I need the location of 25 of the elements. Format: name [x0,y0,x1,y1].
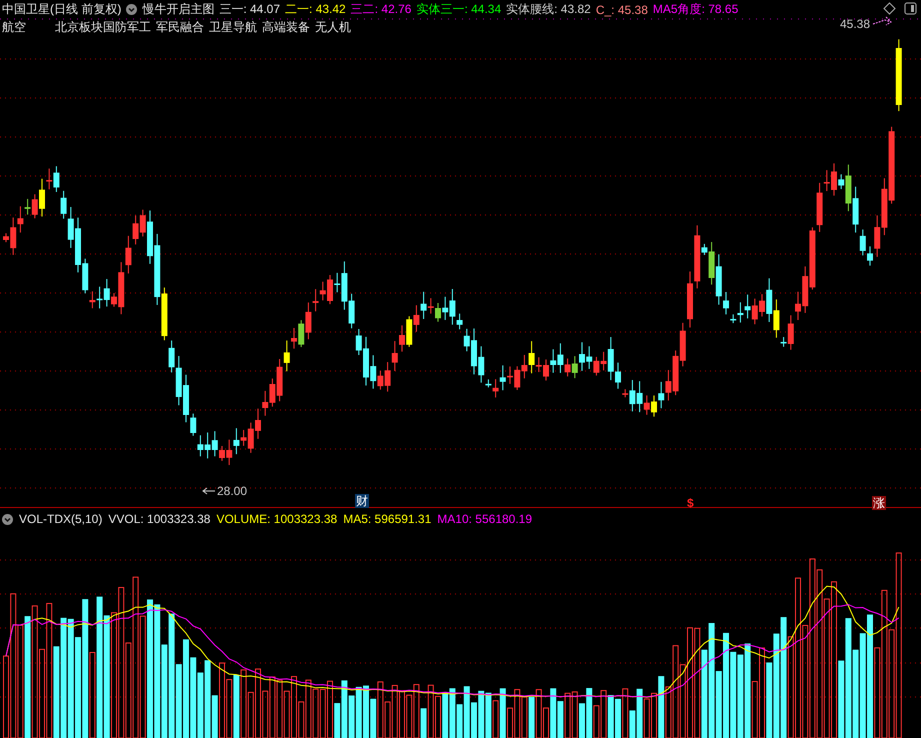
indicator-name[interactable]: 慢牛开启主图 [142,1,214,18]
indicator-reading: VVOL: 1003323.38 [108,512,210,526]
indicator-reading: 三二: 42.76 [350,1,412,18]
concept-tag: 无人机 [315,19,351,36]
event-marker: 财 [355,494,369,508]
concept-tag: 卫星导航 [209,19,257,36]
dollar-marker: $ [686,496,695,510]
low-price-label: 28.00 [217,484,248,498]
indicator-reading: VOLUME: 1003323.38 [216,512,338,526]
indicator-reading: 实体三一: 44.34 [416,1,502,18]
indicator-reading: MA5: 596591.31 [343,512,432,526]
indicator-reading: 二一: 43.42 [285,1,346,18]
concept-tag: 高端装备 [262,19,310,36]
high-price-label: 45.38 [840,17,870,31]
concept-tag: 军民融合 [156,19,204,36]
indicator-reading: 实体腰线: 43.82 [506,1,591,18]
indicator-reading: 三一: 44.07 [219,1,280,18]
stock-title: 中国卫星(日线 前复权) [2,1,122,18]
indicator-reading: C_: 45.38 [596,2,648,16]
indicator-reading: MA10: 556180.19 [437,512,532,526]
indicator-reading: MA5角度: 78.65 [652,1,738,18]
concept-tag: 北京板块国防军工 [55,19,151,36]
concept-tag: 航空 [2,19,26,36]
indicator-name[interactable]: VOL-TDX(5,10) [19,512,102,526]
event-marker: 涨 [872,496,886,510]
